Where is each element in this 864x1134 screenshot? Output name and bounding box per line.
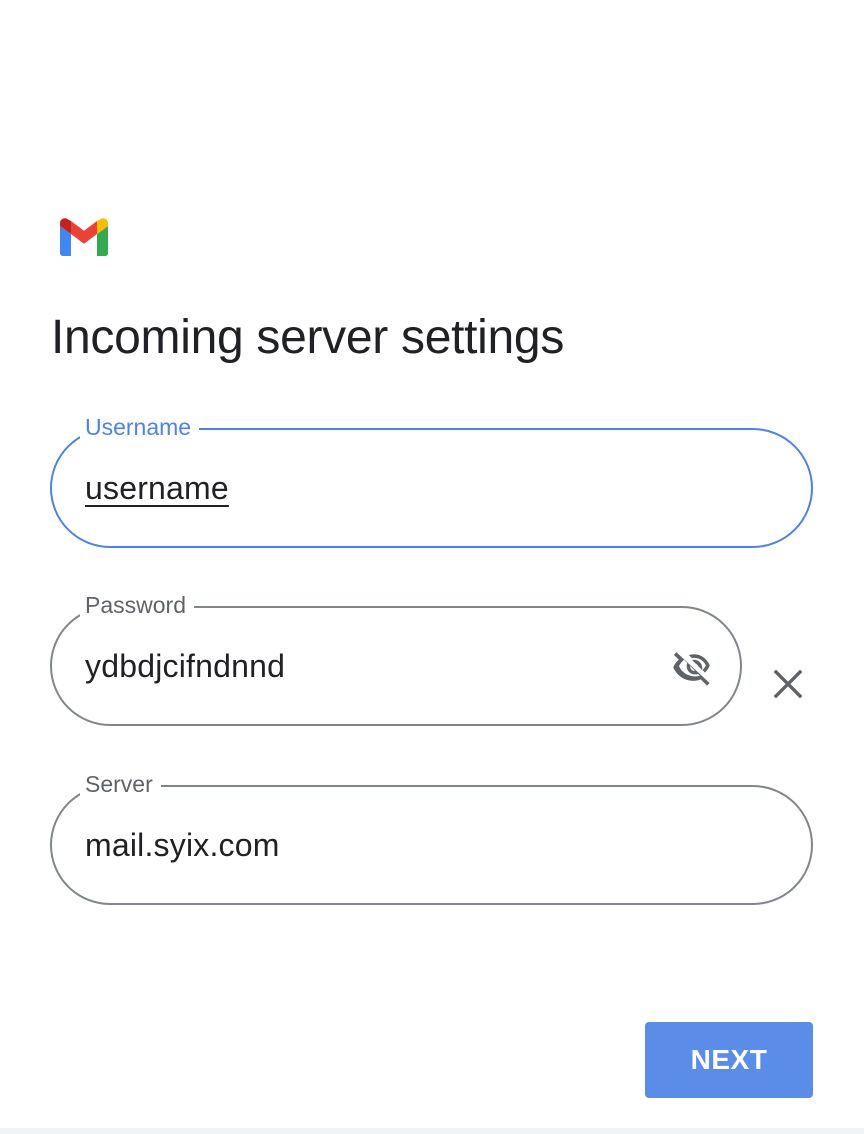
username-field[interactable]: Username username bbox=[50, 412, 813, 548]
close-icon[interactable] bbox=[764, 660, 812, 708]
server-input[interactable]: mail.syix.com bbox=[85, 825, 280, 865]
username-input[interactable]: username bbox=[85, 468, 229, 508]
password-input[interactable]: ydbdjcifndnnd bbox=[85, 646, 285, 686]
username-label: Username bbox=[80, 412, 200, 442]
next-button[interactable]: NEXT bbox=[645, 1022, 813, 1098]
bottom-bar bbox=[0, 1128, 864, 1134]
password-label: Password bbox=[80, 590, 194, 620]
server-label: Server bbox=[80, 769, 161, 799]
visibility-off-icon[interactable] bbox=[670, 646, 718, 690]
server-field[interactable]: Server mail.syix.com bbox=[50, 769, 813, 905]
password-field[interactable]: Password ydbdjcifndnnd bbox=[50, 590, 742, 726]
page-title: Incoming server settings bbox=[51, 311, 565, 364]
gmail-logo bbox=[60, 218, 108, 256]
